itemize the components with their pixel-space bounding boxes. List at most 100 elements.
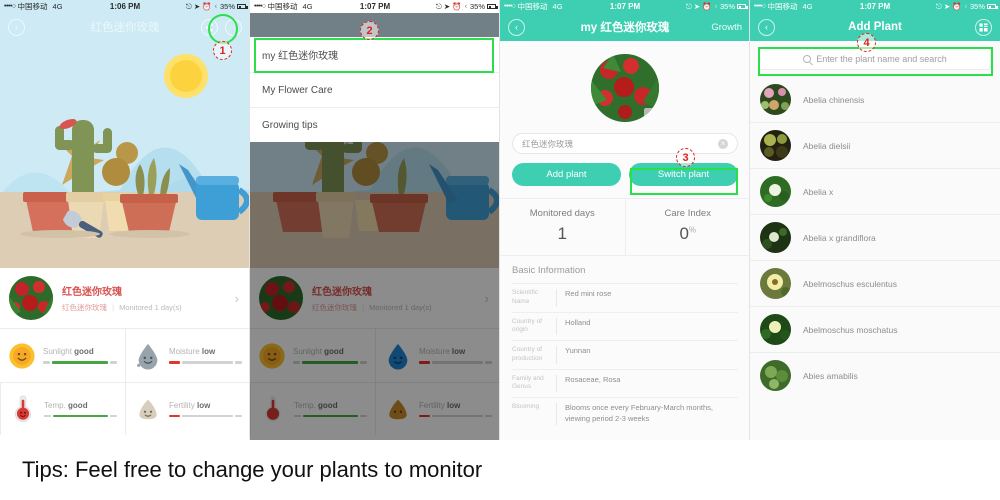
plant-name: Abelia x bbox=[803, 186, 834, 197]
my-plant-body: 红色迷你玫瑰 × Add plant Switch plant Monitore… bbox=[500, 41, 750, 440]
figure-caption: Tips: Feel free to change your plants to… bbox=[0, 440, 1000, 500]
info-row: Scientific Name Red mini rose bbox=[512, 283, 738, 312]
panel-divider bbox=[249, 0, 250, 440]
plant-list-item[interactable]: Abelia x bbox=[750, 168, 1000, 214]
info-key: Family and Genus bbox=[512, 374, 544, 391]
navbar-my-plant: ‹ my 红色迷你玫瑰 Growth bbox=[500, 13, 750, 41]
info-value: Holland bbox=[556, 317, 738, 336]
back-button[interactable]: ‹ bbox=[508, 18, 525, 36]
status-bar: ••••○ 中国移动 4G 1:07 PM ⎋ ➤ ⏰ ᚲ 35% bbox=[500, 0, 750, 13]
screenshot-stage: ••••○ 中国移动 4G 1:06 PM ⎋ ➤ ⏰ ᚲ 35% ‹ 红色迷你… bbox=[0, 0, 1000, 500]
plant-list-item[interactable]: Abelia x grandiflora bbox=[750, 214, 1000, 260]
panel-divider bbox=[499, 0, 500, 440]
info-value: Red mini rose bbox=[556, 289, 738, 307]
metric-temperature[interactable]: Temp. good bbox=[0, 382, 125, 435]
plant-name: Abelia x grandiflora bbox=[803, 232, 876, 243]
battery-icon bbox=[737, 4, 748, 9]
info-value: Yunnan bbox=[556, 346, 738, 364]
status-time: 1:06 PM bbox=[109, 2, 141, 11]
menu-item-growing-tips[interactable]: Growing tips bbox=[250, 107, 500, 142]
grid-category-icon[interactable] bbox=[975, 18, 992, 36]
plant-list-item[interactable]: Abelmoschus moschatus bbox=[750, 306, 1000, 352]
plant-name-value: 红色迷你玫瑰 bbox=[522, 138, 574, 149]
search-input[interactable]: Enter the plant name and search bbox=[759, 48, 991, 70]
highlight-ring-more-button bbox=[208, 14, 238, 44]
avatar[interactable] bbox=[591, 54, 659, 122]
plant-list-item[interactable]: Abelia chinensis bbox=[750, 77, 1000, 122]
growth-button[interactable]: Growth bbox=[711, 22, 742, 33]
annotation-4: 4 bbox=[857, 33, 876, 52]
plant-thumbnail bbox=[760, 130, 791, 161]
clear-icon[interactable]: × bbox=[718, 138, 728, 149]
monitored-days-text: Monitored 1 day(s) bbox=[119, 303, 182, 312]
fertilizer-icon bbox=[139, 399, 157, 420]
menu-item-my-flower-care[interactable]: My Flower Care bbox=[250, 72, 500, 107]
info-key: Blooming bbox=[512, 403, 540, 411]
camera-icon[interactable] bbox=[644, 108, 659, 120]
plant-name: Abelia dielsii bbox=[803, 140, 851, 151]
search-placeholder: Enter the plant name and search bbox=[816, 54, 947, 64]
info-value: Blooms once every February-March months,… bbox=[556, 403, 738, 425]
panel-options-menu: 红色迷你玫瑰 红色迷你玫瑰 | Monitored 1 day(s) › Sun… bbox=[250, 0, 500, 440]
plant-list-item[interactable]: Abelia dielsii bbox=[750, 122, 1000, 168]
plant-name: 红色迷你玫瑰 bbox=[62, 287, 122, 298]
kpi-row: Monitored days 1 Care Index 0% bbox=[500, 198, 750, 255]
basic-information-table: Scientific Name Red mini rose Country of… bbox=[500, 283, 750, 430]
search-icon bbox=[803, 55, 812, 63]
metric-sunlight[interactable]: Sunlight good bbox=[0, 329, 125, 382]
kpi-unit: % bbox=[688, 225, 697, 235]
kpi-label: Care Index bbox=[664, 208, 711, 219]
panel-divider bbox=[749, 0, 750, 440]
plant-name-input[interactable]: 红色迷你玫瑰 × bbox=[512, 133, 738, 154]
metric-label: Sunlight good bbox=[43, 347, 94, 357]
plant-thumbnail bbox=[760, 176, 791, 207]
sun-icon bbox=[9, 342, 35, 369]
status-bar: ••••○ 中国移动 4G 1:06 PM ⎋ ➤ ⏰ ᚲ 35% bbox=[0, 0, 250, 13]
metric-bar bbox=[169, 414, 242, 418]
kpi-label: Monitored days bbox=[529, 208, 595, 219]
annotation-3: 3 bbox=[676, 148, 695, 167]
panel-add-plant: ••••○ 中国移动 4G 1:07 PM ⎋ ➤ ⏰ ᚲ 35% ‹ Add … bbox=[750, 0, 1000, 440]
chevron-right-icon[interactable]: › bbox=[235, 291, 241, 306]
kpi-monitored-days: Monitored days 1 bbox=[500, 199, 625, 255]
metric-fertility[interactable]: Fertility low bbox=[125, 382, 250, 435]
water-drop-icon bbox=[137, 343, 158, 370]
info-key: Country of origin bbox=[512, 317, 542, 334]
plant-name: Abies amabilis bbox=[803, 370, 858, 381]
status-time: 1:07 PM bbox=[609, 2, 641, 11]
page-title: Add Plant bbox=[848, 21, 902, 33]
back-button[interactable]: ‹ bbox=[758, 18, 775, 36]
info-row: Country of production Yunnan bbox=[512, 340, 738, 369]
status-bar: ••••○ 中国移动 4G 1:07 PM ⎋ ➤ ⏰ ᚲ 35% bbox=[250, 0, 500, 13]
plant-thumbnail bbox=[760, 268, 791, 299]
plant-name-zh: 红色迷你玫瑰 bbox=[62, 303, 107, 312]
info-key: Scientific Name bbox=[512, 289, 539, 305]
battery-icon bbox=[987, 4, 998, 9]
plant-thumbnail bbox=[760, 360, 791, 391]
menu-item-my-plant[interactable]: my 红色迷你玫瑰 bbox=[250, 37, 500, 72]
info-key: Country of production bbox=[512, 346, 543, 362]
thermometer-icon bbox=[15, 395, 31, 422]
status-time: 1:07 PM bbox=[859, 2, 891, 11]
kpi-care-index: Care Index 0% bbox=[624, 199, 751, 255]
annotation-2: 2 bbox=[360, 21, 379, 40]
back-button[interactable]: ‹ bbox=[8, 18, 25, 36]
add-plant-button[interactable]: Add plant bbox=[512, 163, 621, 186]
plant-summary-card[interactable]: 红色迷你玫瑰 红色迷你玫瑰 | Monitored 1 day(s) › bbox=[0, 268, 250, 328]
metric-bar bbox=[44, 414, 117, 418]
add-plant-body: Enter the plant name and search Abelia c… bbox=[750, 41, 1000, 440]
info-row: Country of origin Holland bbox=[512, 311, 738, 341]
metric-bar bbox=[169, 361, 242, 364]
metrics-grid: Sunlight good Moisture low Temp. good Fe… bbox=[0, 328, 250, 435]
plant-list-item[interactable]: Abelmoschus esculentus bbox=[750, 260, 1000, 306]
plant-thumbnail bbox=[760, 222, 791, 253]
plant-name: Abelmoschus moschatus bbox=[803, 324, 898, 335]
panel-plant-detail: ••••○ 中国移动 4G 1:06 PM ⎋ ➤ ⏰ ᚲ 35% ‹ 红色迷你… bbox=[0, 0, 250, 440]
annotation-1: 1 bbox=[213, 41, 232, 60]
plant-list-item[interactable]: Abies amabilis bbox=[750, 352, 1000, 398]
info-row: Family and Genus Rosaceae, Rosa bbox=[512, 368, 738, 398]
battery-icon bbox=[487, 4, 498, 9]
grid-glyph bbox=[979, 22, 988, 32]
plant-thumbnail bbox=[9, 276, 53, 320]
metric-moisture[interactable]: Moisture low bbox=[125, 329, 250, 382]
